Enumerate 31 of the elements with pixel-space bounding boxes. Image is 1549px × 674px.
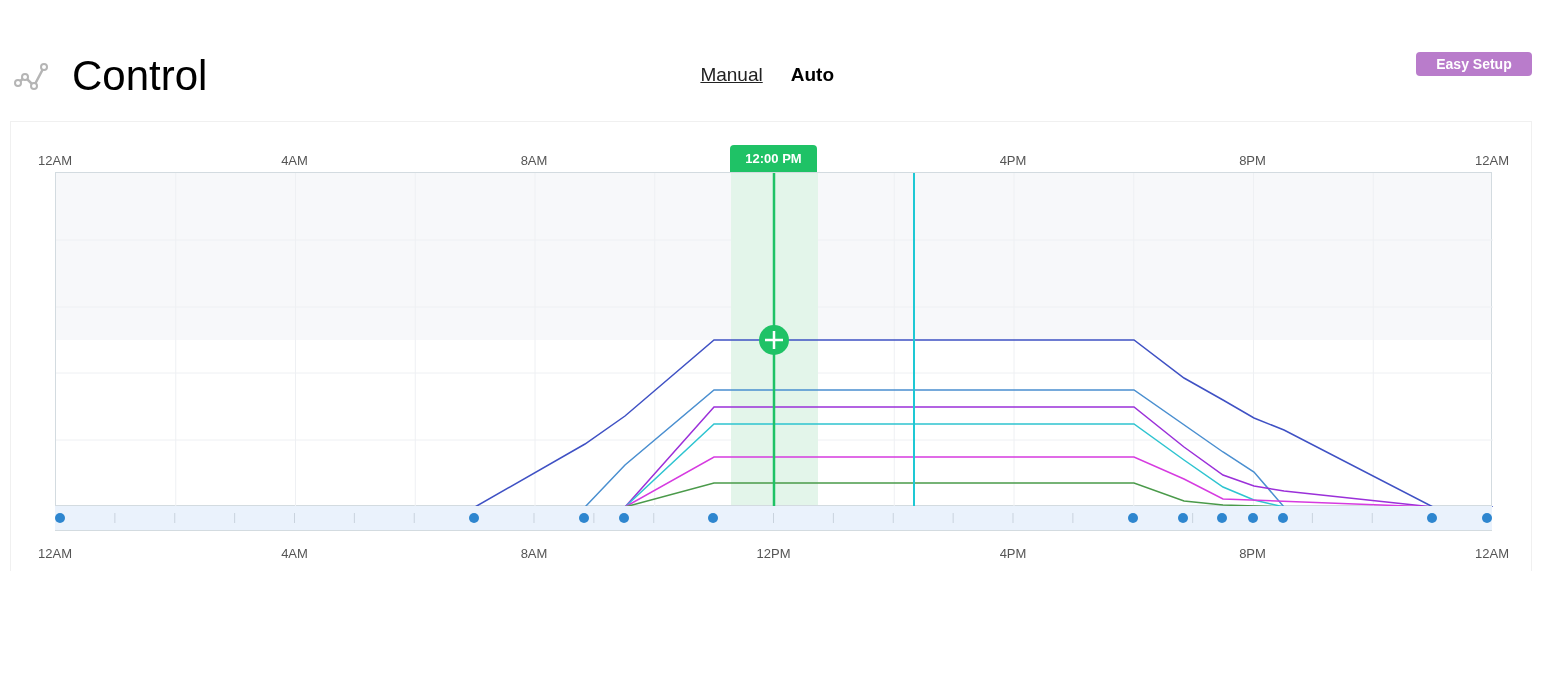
schedule-point[interactable] xyxy=(1427,513,1437,523)
schedule-point[interactable] xyxy=(579,513,589,523)
schedule-point[interactable] xyxy=(1128,513,1138,523)
time-axis-label: 4PM xyxy=(999,545,1027,563)
current-time-badge: 12:00 PM xyxy=(730,145,817,172)
schedule-point[interactable] xyxy=(1217,513,1227,523)
mode-tab[interactable]: Auto xyxy=(790,61,834,90)
time-axis-label: 12AM xyxy=(1475,545,1509,563)
schedule-point[interactable] xyxy=(619,513,629,523)
schedule-point[interactable] xyxy=(1482,513,1492,523)
time-axis-label: 8PM xyxy=(1239,152,1266,170)
mode-tab[interactable]: Manual xyxy=(700,61,763,90)
schedule-point[interactable] xyxy=(708,513,718,523)
time-axis-label: 4PM xyxy=(999,152,1027,170)
line-chart-icon xyxy=(13,60,49,91)
time-axis-label: 12AM xyxy=(38,152,72,170)
time-axis-label: 4AM xyxy=(281,152,308,170)
time-axis-label: 12AM xyxy=(1475,152,1509,170)
schedule-point[interactable] xyxy=(1248,513,1258,523)
time-axis-label: 8AM xyxy=(520,545,548,563)
schedule-point[interactable] xyxy=(1278,513,1288,523)
time-axis-label: 12PM xyxy=(756,545,791,563)
schedule-point[interactable] xyxy=(1178,513,1188,523)
page-title: Control xyxy=(72,54,208,97)
time-axis-label: 8AM xyxy=(520,152,548,170)
time-axis-label: 4AM xyxy=(281,545,308,563)
time-axis-label: 12AM xyxy=(38,545,72,563)
schedule-point[interactable] xyxy=(469,513,479,523)
schedule-point[interactable] xyxy=(55,513,65,523)
time-axis-label: 8PM xyxy=(1239,545,1266,563)
add-point-icon[interactable] xyxy=(759,325,789,355)
